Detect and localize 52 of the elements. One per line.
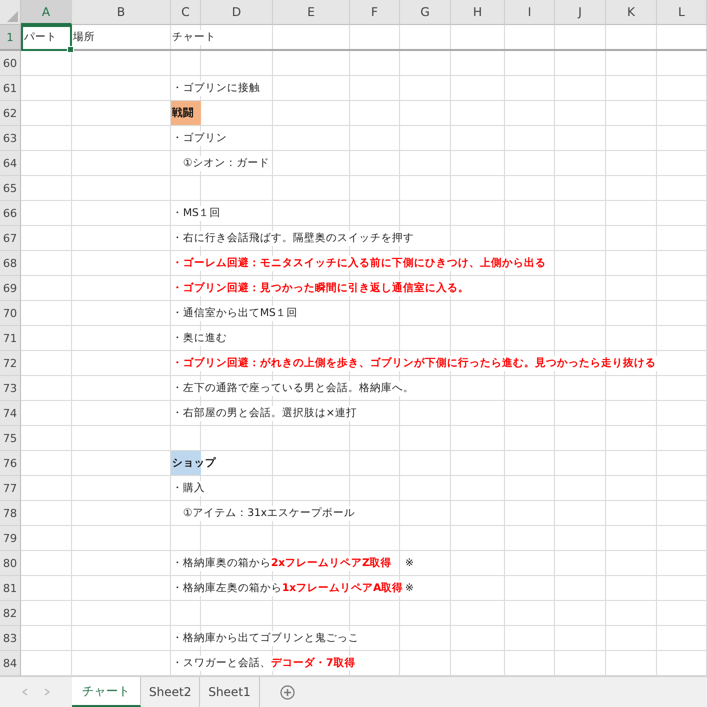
column-header[interactable]: J: [555, 0, 606, 25]
cell-text: ショップ: [171, 456, 217, 471]
fill-handle[interactable]: [67, 46, 74, 53]
row-header[interactable]: 78: [0, 501, 21, 526]
row-header[interactable]: 76: [0, 451, 21, 476]
cell-text: 戦闘: [171, 106, 195, 121]
row-header[interactable]: 65: [0, 176, 21, 201]
row-header[interactable]: 67: [0, 226, 21, 251]
column-header[interactable]: D: [201, 0, 273, 25]
row-header[interactable]: 80: [0, 551, 21, 576]
row-header[interactable]: 1: [0, 25, 21, 49]
row-header[interactable]: 61: [0, 76, 21, 101]
row-header[interactable]: 81: [0, 576, 21, 601]
column-header[interactable]: F: [350, 0, 400, 25]
scroll-right-icon[interactable]: [42, 686, 52, 698]
row-header[interactable]: 63: [0, 126, 21, 151]
row-header[interactable]: 72: [0, 351, 21, 376]
cell-text[interactable]: パート: [21, 25, 72, 51]
sheet-tab[interactable]: Sheet2: [141, 677, 200, 707]
sheet-tab[interactable]: チャート: [72, 677, 141, 707]
scroll-left-icon[interactable]: [20, 686, 30, 698]
row-header[interactable]: 64: [0, 151, 21, 176]
cell-text: ※: [404, 556, 415, 571]
row-header[interactable]: 71: [0, 326, 21, 351]
column-header[interactable]: G: [400, 0, 451, 25]
row-header[interactable]: 62: [0, 101, 21, 126]
sheet-tab[interactable]: Sheet1: [200, 677, 260, 707]
row-header[interactable]: 68: [0, 251, 21, 276]
row-header[interactable]: 75: [0, 426, 21, 451]
column-header[interactable]: L: [657, 0, 707, 25]
column-header[interactable]: A: [21, 0, 72, 25]
row-header[interactable]: 84: [0, 651, 21, 676]
row-header[interactable]: 74: [0, 401, 21, 426]
row-header[interactable]: 69: [0, 276, 21, 301]
row-header[interactable]: 66: [0, 201, 21, 226]
row-header[interactable]: 60: [0, 51, 21, 76]
row-header[interactable]: 73: [0, 376, 21, 401]
cell-text: ※: [404, 581, 415, 596]
column-header[interactable]: B: [72, 0, 171, 25]
row-header[interactable]: 77: [0, 476, 21, 501]
corner-header[interactable]: [0, 0, 21, 25]
column-header[interactable]: E: [273, 0, 350, 25]
add-sheet-icon[interactable]: [280, 684, 295, 700]
row-header[interactable]: 82: [0, 601, 21, 626]
triangle-icon: [7, 11, 18, 22]
column-header[interactable]: H: [451, 0, 505, 25]
row-header[interactable]: 79: [0, 526, 21, 551]
column-header[interactable]: I: [505, 0, 555, 25]
row-header[interactable]: 83: [0, 626, 21, 651]
column-header[interactable]: K: [606, 0, 657, 25]
column-header[interactable]: C: [171, 0, 201, 25]
row-header[interactable]: 70: [0, 301, 21, 326]
